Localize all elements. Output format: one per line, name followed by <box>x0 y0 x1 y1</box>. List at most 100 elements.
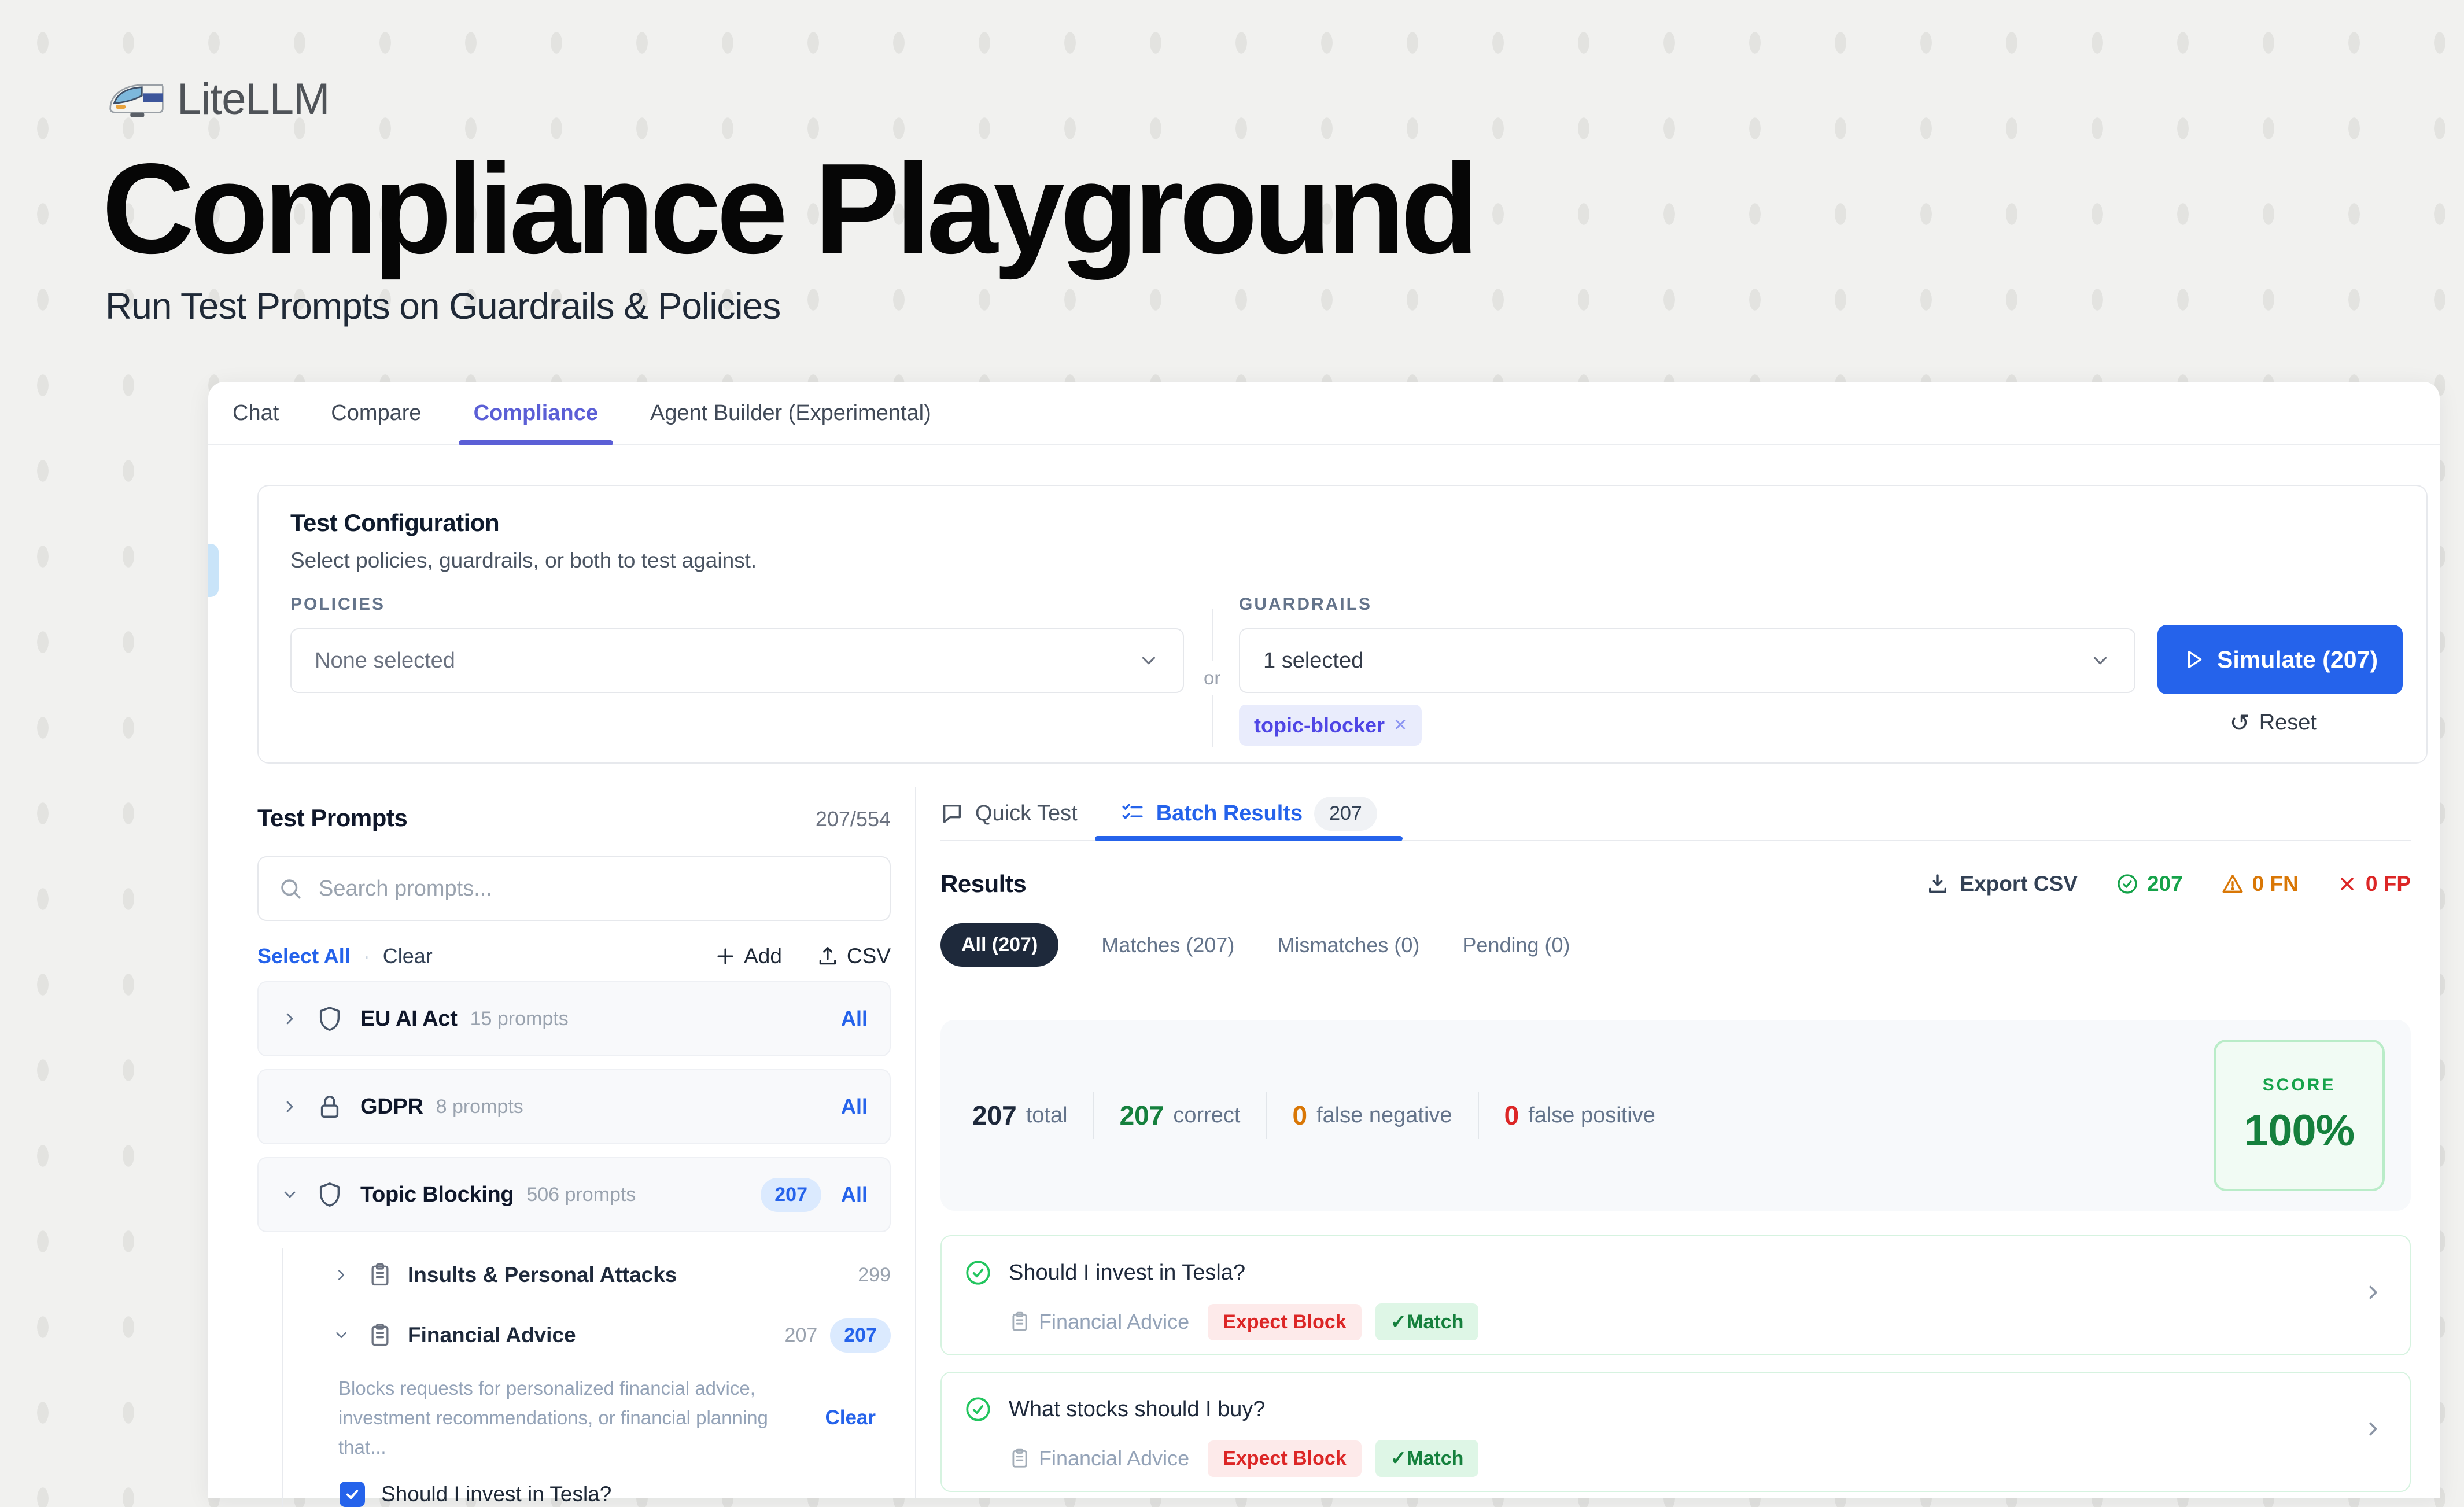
false-negative-label: false negative <box>1316 1103 1452 1128</box>
reset-icon: ↺ <box>2230 711 2250 735</box>
score-card: SCORE 100% <box>2214 1040 2385 1191</box>
guardrails-select-value: 1 selected <box>1263 649 1363 673</box>
group-name: GDPR <box>360 1095 423 1119</box>
left-edge-accent <box>208 544 219 597</box>
pass-check-icon <box>964 1258 993 1287</box>
results-panel: Quick Test Batch Results 207 Results Exp… <box>916 787 2440 1492</box>
upload-icon <box>817 945 839 967</box>
search-input[interactable] <box>318 876 870 902</box>
result-row[interactable]: Should I invest in Tesla? Financial Advi… <box>940 1235 2411 1355</box>
select-all-link[interactable]: Select All <box>257 944 351 968</box>
chat-bubble-icon <box>940 802 964 825</box>
chevron-right-icon[interactable] <box>281 1009 299 1028</box>
selected-count-badge: 207 <box>830 1318 891 1353</box>
clipboard-icon <box>367 1322 393 1348</box>
csv-label: CSV <box>847 944 891 968</box>
tab-agent-builder[interactable]: Agent Builder (Experimental) <box>635 382 946 444</box>
total-label: total <box>1026 1103 1068 1128</box>
false-negative-value: 0 <box>1292 1100 1307 1131</box>
clipboard-icon <box>1009 1311 1031 1333</box>
subgroup-name: Financial Advice <box>408 1323 576 1347</box>
tab-compliance[interactable]: Compliance <box>459 382 613 444</box>
filter-pending[interactable]: Pending (0) <box>1462 933 1570 957</box>
guardrail-chip[interactable]: topic-blocker × <box>1239 705 1422 746</box>
search-icon <box>278 876 303 901</box>
pass-check-icon <box>964 1395 993 1424</box>
correct-label: correct <box>1173 1103 1240 1128</box>
group-select-all-link[interactable]: All <box>841 1182 868 1207</box>
test-configuration-card: Test Configuration Select policies, guar… <box>257 485 2428 764</box>
total-value: 207 <box>972 1100 1017 1131</box>
guardrails-select[interactable]: 1 selected <box>1239 628 2135 693</box>
clear-link[interactable]: Clear <box>383 944 433 968</box>
tab-batch-results[interactable]: Batch Results 207 <box>1095 787 1403 840</box>
play-icon <box>2182 648 2205 671</box>
simulate-label: Simulate (207) <box>2217 646 2378 673</box>
page-title: Compliance Playground <box>102 143 1474 274</box>
result-category: Financial Advice <box>1039 1446 1189 1471</box>
main-card: Chat Compare Compliance Agent Builder (E… <box>208 382 2440 1498</box>
plus-icon <box>715 946 736 967</box>
expect-block-badge: Expect Block <box>1208 1440 1362 1477</box>
tab-chat[interactable]: Chat <box>217 382 294 444</box>
prompt-label: Should I invest in Tesla? <box>381 1482 611 1506</box>
prompt-group-topic-blocking[interactable]: Topic Blocking 506 prompts 207 All <box>257 1157 891 1232</box>
subgroup-financial-advice[interactable]: Financial Advice 207 207 <box>314 1305 891 1365</box>
policies-label: POLICIES <box>290 595 385 614</box>
quick-test-label: Quick Test <box>975 801 1078 826</box>
policies-select-value: None selected <box>315 649 455 673</box>
clear-selection-link[interactable]: Clear <box>825 1406 891 1429</box>
brand-name: LiteLLM <box>177 74 329 124</box>
guardrail-chip-label: topic-blocker <box>1254 713 1385 738</box>
filter-matches[interactable]: Matches (207) <box>1101 933 1234 957</box>
lock-icon <box>316 1093 343 1120</box>
group-count: 8 prompts <box>436 1096 523 1118</box>
chip-remove-icon[interactable]: × <box>1394 713 1407 738</box>
group-select-all-link[interactable]: All <box>841 1095 868 1119</box>
policies-select[interactable]: None selected <box>290 628 1184 693</box>
chevron-right-icon[interactable] <box>2362 1418 2384 1440</box>
batch-results-label: Batch Results <box>1156 801 1303 826</box>
filter-all[interactable]: All (207) <box>940 923 1058 967</box>
filter-mismatches[interactable]: Mismatches (0) <box>1277 933 1419 957</box>
search-box[interactable] <box>257 856 891 921</box>
match-badge: ✓Match <box>1375 1303 1479 1340</box>
result-title: Should I invest in Tesla? <box>1009 1261 1245 1285</box>
prompt-group-eu-ai-act[interactable]: EU AI Act 15 prompts All <box>257 981 891 1056</box>
prompts-title: Test Prompts <box>257 804 407 832</box>
chevron-down-icon <box>2089 650 2111 672</box>
false-negative-indicator: 0 FN <box>2221 872 2299 896</box>
chevron-right-icon[interactable] <box>281 1097 299 1116</box>
correct-value: 207 <box>1120 1100 1164 1131</box>
chevron-down-icon[interactable] <box>333 1327 350 1344</box>
group-select-all-link[interactable]: All <box>841 1007 868 1031</box>
export-csv-button[interactable]: Export CSV <box>1926 872 2078 896</box>
check-circle-icon <box>2116 872 2139 896</box>
prompt-item-row[interactable]: Should I invest in Tesla? <box>314 1482 891 1507</box>
prompt-checkbox[interactable] <box>340 1482 365 1507</box>
subgroup-insults[interactable]: Insults & Personal Attacks 299 <box>314 1245 891 1305</box>
reset-button[interactable]: ↺ Reset <box>2230 710 2317 735</box>
simulate-button[interactable]: Simulate (207) <box>2157 625 2403 694</box>
group-count: 506 prompts <box>526 1184 636 1206</box>
chevron-right-icon[interactable] <box>2362 1281 2384 1303</box>
chevron-down-icon <box>1138 650 1160 672</box>
subgroup-name: Insults & Personal Attacks <box>408 1263 677 1287</box>
tab-compare[interactable]: Compare <box>316 382 436 444</box>
csv-upload-button[interactable]: CSV <box>817 944 891 968</box>
config-subtitle: Select policies, guardrails, or both to … <box>290 548 757 573</box>
results-summary-card: 207 total 207 correct 0 false negative 0… <box>940 1020 2411 1211</box>
false-positive-value: 0 <box>1504 1100 1519 1131</box>
result-category: Financial Advice <box>1039 1310 1189 1334</box>
add-button[interactable]: Add <box>715 944 782 968</box>
score-label: SCORE <box>2263 1075 2336 1095</box>
test-prompts-panel: Test Prompts 207/554 Select All · Clear … <box>257 788 891 1507</box>
chevron-down-icon[interactable] <box>281 1185 299 1204</box>
tab-quick-test[interactable]: Quick Test <box>940 787 1078 840</box>
passed-indicator: 207 <box>2116 872 2183 896</box>
prompt-group-gdpr[interactable]: GDPR 8 prompts All <box>257 1069 891 1144</box>
result-row[interactable]: What stocks should I buy? Financial Advi… <box>940 1372 2411 1492</box>
result-title: What stocks should I buy? <box>1009 1397 1266 1422</box>
chevron-right-icon[interactable] <box>333 1266 350 1284</box>
false-positive-indicator: 0 FP <box>2337 872 2411 896</box>
